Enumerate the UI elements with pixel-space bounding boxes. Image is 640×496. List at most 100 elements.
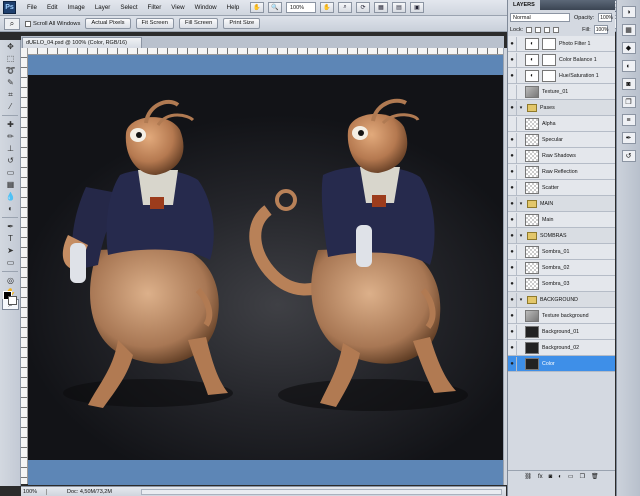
eye-icon[interactable]: ● (508, 324, 517, 339)
layer-row[interactable]: ● Sombra_03 (508, 276, 615, 292)
screen-mode-icon[interactable]: ▣ (410, 2, 424, 13)
layer-group-row[interactable]: ● ▾ MAIN (508, 196, 615, 212)
layers-tab[interactable]: LAYERS (508, 0, 540, 10)
actual-pixels-button[interactable]: Actual Pixels (85, 18, 131, 29)
menu-layer[interactable]: Layer (90, 0, 115, 16)
layer-row[interactable]: Alpha (508, 116, 615, 132)
layer-row[interactable]: ● Background_02 (508, 340, 615, 356)
layer-row[interactable]: Texture_01 (508, 84, 615, 100)
link-layers-icon[interactable]: ⛓ (524, 473, 532, 480)
new-group-icon[interactable]: ▭ (568, 473, 574, 480)
group-expand-icon[interactable]: ▾ (517, 201, 525, 207)
masks-panel-icon[interactable]: ◙ (621, 78, 636, 90)
type-tool-icon[interactable]: T (2, 233, 19, 244)
eye-icon[interactable]: ● (508, 164, 517, 179)
channels-panel-icon[interactable]: ≡ (621, 114, 636, 126)
menu-help[interactable]: Help (222, 0, 245, 16)
eye-icon[interactable]: ● (508, 68, 517, 83)
vertical-ruler[interactable] (21, 48, 28, 484)
eye-icon[interactable]: ● (508, 180, 517, 195)
status-zoom[interactable]: 100% (21, 488, 47, 495)
eye-icon[interactable]: ● (508, 228, 517, 243)
layer-row[interactable]: ● ◐ Color Balance 1 (508, 52, 615, 68)
lock-transparent-icon[interactable] (526, 26, 533, 33)
menu-filter[interactable]: Filter (143, 0, 167, 16)
eye-icon[interactable]: ● (508, 36, 517, 51)
group-expand-icon[interactable]: ▾ (517, 105, 525, 111)
new-layer-icon[interactable]: ❐ (580, 473, 585, 480)
add-mask-icon[interactable]: ◙ (549, 474, 553, 480)
color-panel-icon[interactable]: ◑ (621, 6, 636, 18)
path-selection-tool-icon[interactable]: ➤ (2, 245, 19, 256)
quick-select-tool-icon[interactable]: ✎ (2, 77, 19, 88)
move-tool-icon[interactable]: ✥ (2, 41, 19, 52)
lock-image-icon[interactable] (535, 26, 542, 33)
3d-rotate-tool-icon[interactable]: ◎ (2, 275, 19, 286)
eye-icon[interactable]: ● (508, 148, 517, 163)
dodge-tool-icon[interactable]: ◐ (2, 203, 19, 214)
grid-icon[interactable]: ▦ (374, 2, 388, 13)
trash-icon[interactable]: 🗑 (591, 473, 599, 480)
status-doc-size[interactable]: Doc: 4,50M/73,2M (47, 489, 137, 495)
lock-all-icon[interactable] (553, 26, 560, 33)
eye-icon[interactable]: ● (508, 356, 517, 371)
styles-panel-icon[interactable]: ◆ (621, 42, 636, 54)
eye-hidden-icon[interactable] (508, 84, 517, 99)
print-size-button[interactable]: Print Size (223, 18, 261, 29)
document-tab[interactable]: dUELO_04.psd @ 100% (Color, RGB/16) (22, 37, 142, 48)
rotate-icon[interactable]: ⟳ (356, 2, 370, 13)
history-panel-icon[interactable]: ↺ (621, 150, 636, 162)
adjustment-layer-icon[interactable]: ◐ (558, 474, 562, 480)
layer-row[interactable]: ● Texture background (508, 308, 615, 324)
menu-image[interactable]: Image (63, 0, 90, 16)
layer-mask-thumbnail[interactable] (542, 37, 556, 50)
zoom-tool-preset-icon[interactable]: ⌕ (4, 17, 20, 30)
layer-row[interactable]: ● Background_01 (508, 324, 615, 340)
zoom-icon[interactable]: ⌕ (338, 2, 352, 13)
scroll-all-windows-checkbox[interactable]: Scroll All Windows (25, 20, 80, 27)
lasso-tool-icon[interactable]: ➰ (2, 65, 19, 76)
healing-brush-tool-icon[interactable]: ✚ (2, 119, 19, 130)
eye-icon[interactable]: ● (508, 212, 517, 227)
clone-stamp-tool-icon[interactable]: ⊥ (2, 143, 19, 154)
group-expand-icon[interactable]: ▾ (517, 297, 525, 303)
layer-group-row[interactable]: ● ▾ SOMBRAS (508, 228, 615, 244)
blend-mode-select[interactable]: Normal (510, 13, 570, 22)
eye-icon[interactable]: ● (508, 100, 517, 115)
fill-field[interactable]: 100% (593, 25, 609, 34)
history-brush-tool-icon[interactable]: ↺ (2, 155, 19, 166)
hand-icon[interactable]: ✋ (320, 2, 334, 13)
lock-position-icon[interactable] (544, 26, 551, 33)
eyedropper-tool-icon[interactable]: ⁄ (2, 101, 19, 112)
fit-screen-button[interactable]: Fit Screen (135, 18, 174, 29)
zoom-level-select[interactable]: 100% (286, 2, 316, 13)
opacity-field[interactable]: 100% (598, 13, 613, 22)
layer-row[interactable]: ● Scatter (508, 180, 615, 196)
blur-tool-icon[interactable]: 💧 (2, 191, 19, 202)
eye-icon[interactable]: ● (508, 308, 517, 323)
layer-group-row[interactable]: ● ▾ BACKGROUND (508, 292, 615, 308)
eye-icon[interactable]: ● (508, 132, 517, 147)
horizontal-scrollbar[interactable] (141, 488, 502, 495)
menu-file[interactable]: File (22, 0, 42, 16)
paths-panel-icon[interactable]: ✒ (621, 132, 636, 144)
background-color-swatch[interactable] (8, 296, 17, 305)
checkbox-box[interactable] (25, 20, 31, 27)
layer-row[interactable]: ● Raw Shadows (508, 148, 615, 164)
swatches-panel-icon[interactable]: ▦ (621, 24, 636, 36)
eye-icon[interactable]: ● (508, 260, 517, 275)
menu-view[interactable]: View (166, 0, 189, 16)
fill-screen-button[interactable]: Fill Screen (178, 18, 219, 29)
layer-mask-thumbnail[interactable] (542, 53, 556, 66)
layer-row[interactable]: ● Sombra_02 (508, 260, 615, 276)
layer-group-row[interactable]: ● ▾ Pases (508, 100, 615, 116)
shape-tool-icon[interactable]: ▭ (2, 257, 19, 268)
horizontal-ruler[interactable] (28, 48, 504, 55)
eye-icon[interactable]: ● (508, 292, 517, 307)
arrange-icon[interactable]: ▤ (392, 2, 406, 13)
eraser-tool-icon[interactable]: ▭ (2, 167, 19, 178)
layer-row[interactable]: ● Sombra_01 (508, 244, 615, 260)
menu-window[interactable]: Window (190, 0, 222, 16)
eye-icon[interactable]: ● (508, 52, 517, 67)
marquee-tool-icon[interactable]: ⬚ (2, 53, 19, 64)
